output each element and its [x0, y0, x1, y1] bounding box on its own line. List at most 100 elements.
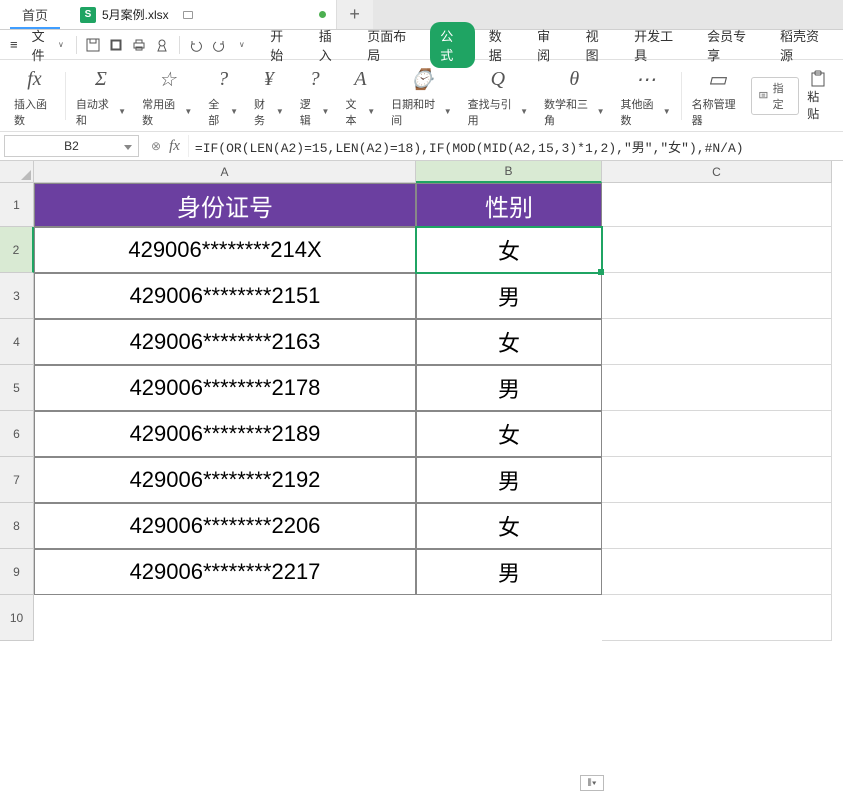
插入函数-icon: fx	[27, 64, 41, 96]
save-icon[interactable]	[83, 34, 104, 56]
ribbon-label: 常用函数▼	[142, 96, 192, 128]
cell-A6[interactable]: 429006********2189	[34, 411, 416, 457]
cell-A7[interactable]: 429006********2192	[34, 457, 416, 503]
ribbon-label: 文本▼	[345, 96, 375, 128]
paste-label: 粘贴	[807, 88, 829, 122]
cell-B7[interactable]: 男	[416, 457, 602, 503]
undo-icon[interactable]	[185, 34, 206, 56]
ribbon-group-自动求和[interactable]: Σ自动求和▼	[68, 62, 134, 130]
cell-A8[interactable]: 429006********2206	[34, 503, 416, 549]
pin-icon	[758, 90, 769, 102]
row-header-2[interactable]: 2	[0, 227, 34, 273]
cell-C2[interactable]	[602, 227, 832, 273]
财务-icon: ¥	[264, 64, 274, 96]
separator	[179, 36, 180, 54]
home-tab[interactable]: 首页	[0, 0, 70, 29]
row-header-8[interactable]: 8	[0, 503, 34, 549]
ribbon-group-日期和时间[interactable]: ⌚日期和时间▼	[383, 62, 459, 130]
row-header-7[interactable]: 7	[0, 457, 34, 503]
cell-C5[interactable]	[602, 365, 832, 411]
redo-icon[interactable]	[208, 34, 229, 56]
ribbon-group-数学和三角[interactable]: θ数学和三角▼	[536, 62, 612, 130]
print-preview-icon[interactable]	[106, 34, 127, 56]
ribbon-group-逻辑[interactable]: ?逻辑▼	[292, 62, 338, 130]
全部-icon: ?	[218, 64, 228, 96]
cell-B2[interactable]: 女	[416, 227, 602, 273]
spreadsheet-grid[interactable]: ABC 12345678910 身份证号性别429006********214X…	[0, 161, 843, 651]
cell-B4[interactable]: 女	[416, 319, 602, 365]
separator	[65, 72, 66, 120]
cancel-formula-icon[interactable]: ⊗	[151, 139, 161, 153]
row-header-6[interactable]: 6	[0, 411, 34, 457]
column-header-A[interactable]: A	[34, 161, 416, 183]
paste-button[interactable]: 粘贴	[807, 70, 829, 122]
cell-A1[interactable]: 身份证号	[34, 183, 416, 227]
row-header-10[interactable]: 10	[0, 595, 34, 641]
cell-B6[interactable]: 女	[416, 411, 602, 457]
名称管理器-icon: ▭	[708, 64, 727, 96]
menu-bar: ≡ 文件∨ ∨ 开始插入页面布局公式数据审阅视图开发工具会员专享稻壳资源	[0, 30, 843, 60]
cell-C4[interactable]	[602, 319, 832, 365]
ribbon-group-文本[interactable]: A文本▼	[337, 62, 383, 130]
ribbon-label: 日期和时间▼	[391, 96, 451, 128]
paste-options-button[interactable]: ⦀▾	[580, 775, 604, 791]
cell-C7[interactable]	[602, 457, 832, 503]
ribbon-label: 数学和三角▼	[544, 96, 604, 128]
dropdown-more-icon[interactable]: ∨	[231, 34, 252, 56]
cell-B5[interactable]: 男	[416, 365, 602, 411]
ribbon-label: 查找与引用▼	[468, 96, 528, 128]
print-icon[interactable]	[129, 34, 150, 56]
name-box[interactable]: B2	[4, 135, 139, 157]
fill-handle[interactable]	[598, 269, 604, 275]
查找与引用-icon: Q	[491, 64, 505, 96]
row-header-4[interactable]: 4	[0, 319, 34, 365]
ribbon-group-全部[interactable]: ?全部▼	[200, 62, 246, 130]
cell-C9[interactable]	[602, 549, 832, 595]
column-header-C[interactable]: C	[602, 161, 832, 183]
ribbon-group-常用函数[interactable]: ☆常用函数▼	[134, 62, 200, 130]
cell-A9[interactable]: 429006********2217	[34, 549, 416, 595]
其他函数-icon: ⋯	[636, 64, 656, 96]
row-header-9[interactable]: 9	[0, 549, 34, 595]
cell-A2[interactable]: 429006********214X	[34, 227, 416, 273]
formula-bar-wrap: B2 ⊗ fx =IF(OR(LEN(A2)=15,LEN(A2)=18),IF…	[0, 132, 843, 161]
file-name: 5月案例.xlsx	[102, 6, 169, 23]
row-header-5[interactable]: 5	[0, 365, 34, 411]
cell-B8[interactable]: 女	[416, 503, 602, 549]
row-header-1[interactable]: 1	[0, 183, 34, 227]
formula-bar: B2 ⊗ fx =IF(OR(LEN(A2)=15,LEN(A2)=18),IF…	[0, 132, 843, 160]
cell-A4[interactable]: 429006********2163	[34, 319, 416, 365]
ribbon-group-其他函数[interactable]: ⋯其他函数▼	[612, 62, 678, 130]
cell-B3[interactable]: 男	[416, 273, 602, 319]
ribbon-label: 全部▼	[208, 96, 238, 128]
assign-name-label: 指定	[773, 80, 793, 112]
select-all-corner[interactable]	[0, 161, 34, 183]
cell-C10[interactable]	[602, 595, 832, 641]
ribbon-group-名称管理器[interactable]: ▭名称管理器	[684, 62, 751, 130]
cell-A3[interactable]: 429006********2151	[34, 273, 416, 319]
ribbon-label: 名称管理器	[692, 96, 743, 128]
column-header-B[interactable]: B	[416, 161, 602, 183]
cell-C3[interactable]	[602, 273, 832, 319]
ribbon-group-财务[interactable]: ¥财务▼	[246, 62, 292, 130]
separator	[681, 72, 682, 120]
cell-B1[interactable]: 性别	[416, 183, 602, 227]
presentation-mode-icon[interactable]	[183, 11, 193, 19]
ribbon: fx插入函数Σ自动求和▼☆常用函数▼?全部▼¥财务▼?逻辑▼A文本▼⌚日期和时间…	[0, 60, 843, 132]
ribbon-tab-9[interactable]: 稻壳资源	[770, 22, 839, 68]
fx-icon[interactable]: fx	[169, 138, 180, 155]
formula-input[interactable]: =IF(OR(LEN(A2)=15,LEN(A2)=18),IF(MOD(MID…	[188, 135, 843, 157]
cell-A5[interactable]: 429006********2178	[34, 365, 416, 411]
cell-C1[interactable]	[602, 183, 832, 227]
hamburger-menu[interactable]: ≡	[4, 33, 24, 56]
ribbon-group-查找与引用[interactable]: Q查找与引用▼	[460, 62, 536, 130]
format-painter-icon[interactable]	[152, 34, 173, 56]
逻辑-icon: ?	[310, 64, 320, 96]
row-header-3[interactable]: 3	[0, 273, 34, 319]
cell-C6[interactable]	[602, 411, 832, 457]
ribbon-group-插入函数[interactable]: fx插入函数	[6, 62, 63, 130]
assign-name-button[interactable]: 指定	[751, 77, 799, 115]
cell-C8[interactable]	[602, 503, 832, 549]
cell-B9[interactable]: 男	[416, 549, 602, 595]
clipboard-icon	[809, 70, 827, 88]
